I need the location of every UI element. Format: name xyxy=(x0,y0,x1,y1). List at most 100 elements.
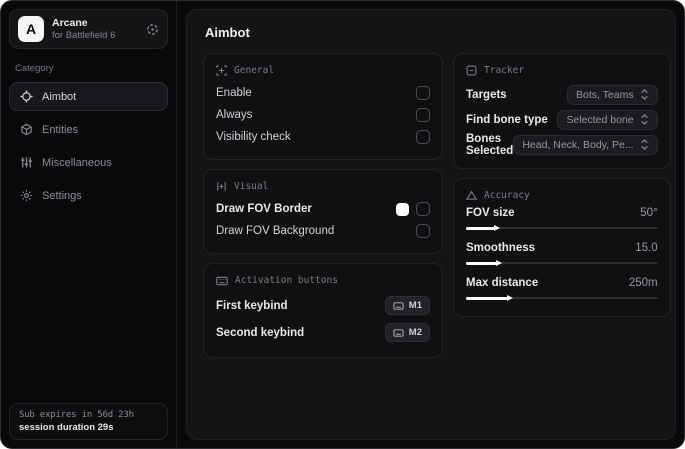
activation-card-header: Activation buttons xyxy=(216,275,430,286)
keyboard-icon xyxy=(393,301,404,310)
always-checkbox[interactable] xyxy=(416,108,430,122)
logo-card: A Arcane for Battlefield 6 xyxy=(9,9,168,49)
logo-text: Arcane for Battlefield 6 xyxy=(52,17,138,42)
activation-card-title: Activation buttons xyxy=(235,275,338,286)
setting-row-targets: Targets Bots, Teams xyxy=(466,82,658,107)
chevron-up-down-icon xyxy=(640,139,649,150)
accuracy-card: Accuracy FOV size 50° Smoothness 15.0 Ma… xyxy=(453,178,671,317)
sidebar: A Arcane for Battlefield 6 Category Aimb… xyxy=(1,1,177,448)
first-keybind-button[interactable]: M1 xyxy=(384,296,430,315)
slider-fill xyxy=(466,224,500,231)
setting-row-bones-selected: Bones Selected Head, Neck, Body, Pe... xyxy=(466,132,658,157)
second-keybind-button[interactable]: M2 xyxy=(384,323,430,342)
slider-head: Max distance 250m xyxy=(466,277,658,289)
setting-row-find-bone-type: Find bone type Selected bone xyxy=(466,107,658,132)
setting-label: Targets xyxy=(466,88,507,101)
sidebar-item-label: Miscellaneous xyxy=(42,156,112,169)
setting-label: Visibility check xyxy=(216,131,291,143)
content-columns: General Enable Always Visibility check V… xyxy=(203,53,671,358)
sidebar-item-label: Settings xyxy=(42,189,82,202)
sidebar-nav: Aimbot Entities Miscellaneous Settings xyxy=(9,82,168,210)
page-title: Aimbot xyxy=(205,25,250,40)
slider-value: 15.0 xyxy=(635,242,658,254)
setting-label: First keybind xyxy=(216,299,288,312)
sub-expiry-text: Sub expires in 56d 23h xyxy=(19,410,134,420)
draw-fov-background-checkbox[interactable] xyxy=(416,224,430,238)
right-column: Tracker Targets Bots, Teams Find bone ty… xyxy=(453,53,671,317)
setting-row-first-keybind: First keybind M1 xyxy=(216,292,430,319)
draw-fov-border-checkbox[interactable] xyxy=(416,202,430,216)
scan-icon xyxy=(216,65,227,76)
visual-card-title: Visual xyxy=(234,181,269,192)
sidebar-item-label: Aimbot xyxy=(42,90,77,103)
accuracy-card-title: Accuracy xyxy=(484,190,530,201)
find-bone-type-dropdown[interactable]: Selected bone xyxy=(557,109,658,130)
setting-row-always: Always xyxy=(216,104,430,126)
triangle-icon xyxy=(466,190,477,201)
dropdown-value: Bots, Teams xyxy=(576,88,634,101)
setting-label: Second keybind xyxy=(216,326,305,339)
sidebar-item-aimbot[interactable]: Aimbot xyxy=(9,82,168,111)
slider-fill xyxy=(466,259,502,266)
scope-icon[interactable] xyxy=(146,23,159,36)
crosshair-icon xyxy=(20,90,33,103)
visual-card-header: Visual xyxy=(216,181,430,192)
slider-fill xyxy=(466,294,514,301)
app-window: A Arcane for Battlefield 6 Category Aimb… xyxy=(0,0,685,449)
accuracy-card-header: Accuracy xyxy=(466,190,658,201)
sidebar-item-label: Entities xyxy=(42,123,79,136)
tune-icon xyxy=(216,181,227,192)
fov-border-color-swatch[interactable] xyxy=(396,202,409,216)
slider-value: 250m xyxy=(628,277,658,289)
setting-label: Bones Selected xyxy=(466,132,514,157)
dropdown-value: Head, Neck, Body, Pe... xyxy=(522,138,634,151)
gear-icon xyxy=(20,189,33,202)
dropdown-value: Selected bone xyxy=(566,113,634,126)
general-card: General Enable Always Visibility check xyxy=(203,53,443,160)
setting-label: Enable xyxy=(216,87,252,99)
slider-thumb[interactable] xyxy=(507,294,514,301)
setting-label: Smoothness xyxy=(466,242,536,254)
keybind-value: M1 xyxy=(408,300,422,311)
frame-icon xyxy=(466,65,477,76)
fov-size-slider[interactable] xyxy=(466,223,658,233)
tracker-card-title: Tracker xyxy=(484,65,525,76)
visual-card: Visual Draw FOV Border Draw FOV Backgrou… xyxy=(203,169,443,254)
setting-row-enable: Enable xyxy=(216,82,430,104)
bones-selected-dropdown[interactable]: Head, Neck, Body, Pe... xyxy=(513,134,658,155)
smoothness-setting: Smoothness 15.0 xyxy=(466,242,658,268)
max-distance-slider[interactable] xyxy=(466,293,658,303)
setting-row-second-keybind: Second keybind M2 xyxy=(216,319,430,346)
slider-head: Smoothness 15.0 xyxy=(466,242,658,254)
sidebar-item-entities[interactable]: Entities xyxy=(9,115,168,144)
subscription-card: Sub expires in 56d 23h session duration … xyxy=(9,403,168,440)
setting-row-visibility-check: Visibility check xyxy=(216,126,430,148)
general-card-header: General xyxy=(216,65,430,76)
slider-thumb[interactable] xyxy=(493,224,500,231)
sidebar-item-settings[interactable]: Settings xyxy=(9,181,168,210)
main-panel: Aimbot General Enable Always Visibility … xyxy=(186,9,676,440)
keybind-value: M2 xyxy=(408,327,422,338)
enable-checkbox[interactable] xyxy=(416,86,430,100)
keyboard-icon xyxy=(393,328,404,337)
tracker-card: Tracker Targets Bots, Teams Find bone ty… xyxy=(453,53,671,169)
chevron-up-down-icon xyxy=(640,89,649,100)
tracker-card-header: Tracker xyxy=(466,65,658,76)
setting-label: Draw FOV Background xyxy=(216,225,335,237)
app-title: Arcane xyxy=(52,16,88,29)
session-duration-text: session duration 29s xyxy=(19,422,114,433)
fov-size-setting: FOV size 50° xyxy=(466,207,658,233)
keyboard-icon xyxy=(216,276,228,286)
slider-thumb[interactable] xyxy=(495,259,502,266)
slider-head: FOV size 50° xyxy=(466,207,658,219)
setting-label: Draw FOV Border xyxy=(216,203,312,215)
smoothness-slider[interactable] xyxy=(466,258,658,268)
setting-row-draw-fov-border: Draw FOV Border xyxy=(216,198,430,220)
app-subtitle: for Battlefield 6 xyxy=(52,29,116,41)
slider-value: 50° xyxy=(640,207,658,219)
sidebar-item-miscellaneous[interactable]: Miscellaneous xyxy=(9,148,168,177)
targets-dropdown[interactable]: Bots, Teams xyxy=(567,84,658,105)
chevron-up-down-icon xyxy=(640,114,649,125)
visibility-check-checkbox[interactable] xyxy=(416,130,430,144)
